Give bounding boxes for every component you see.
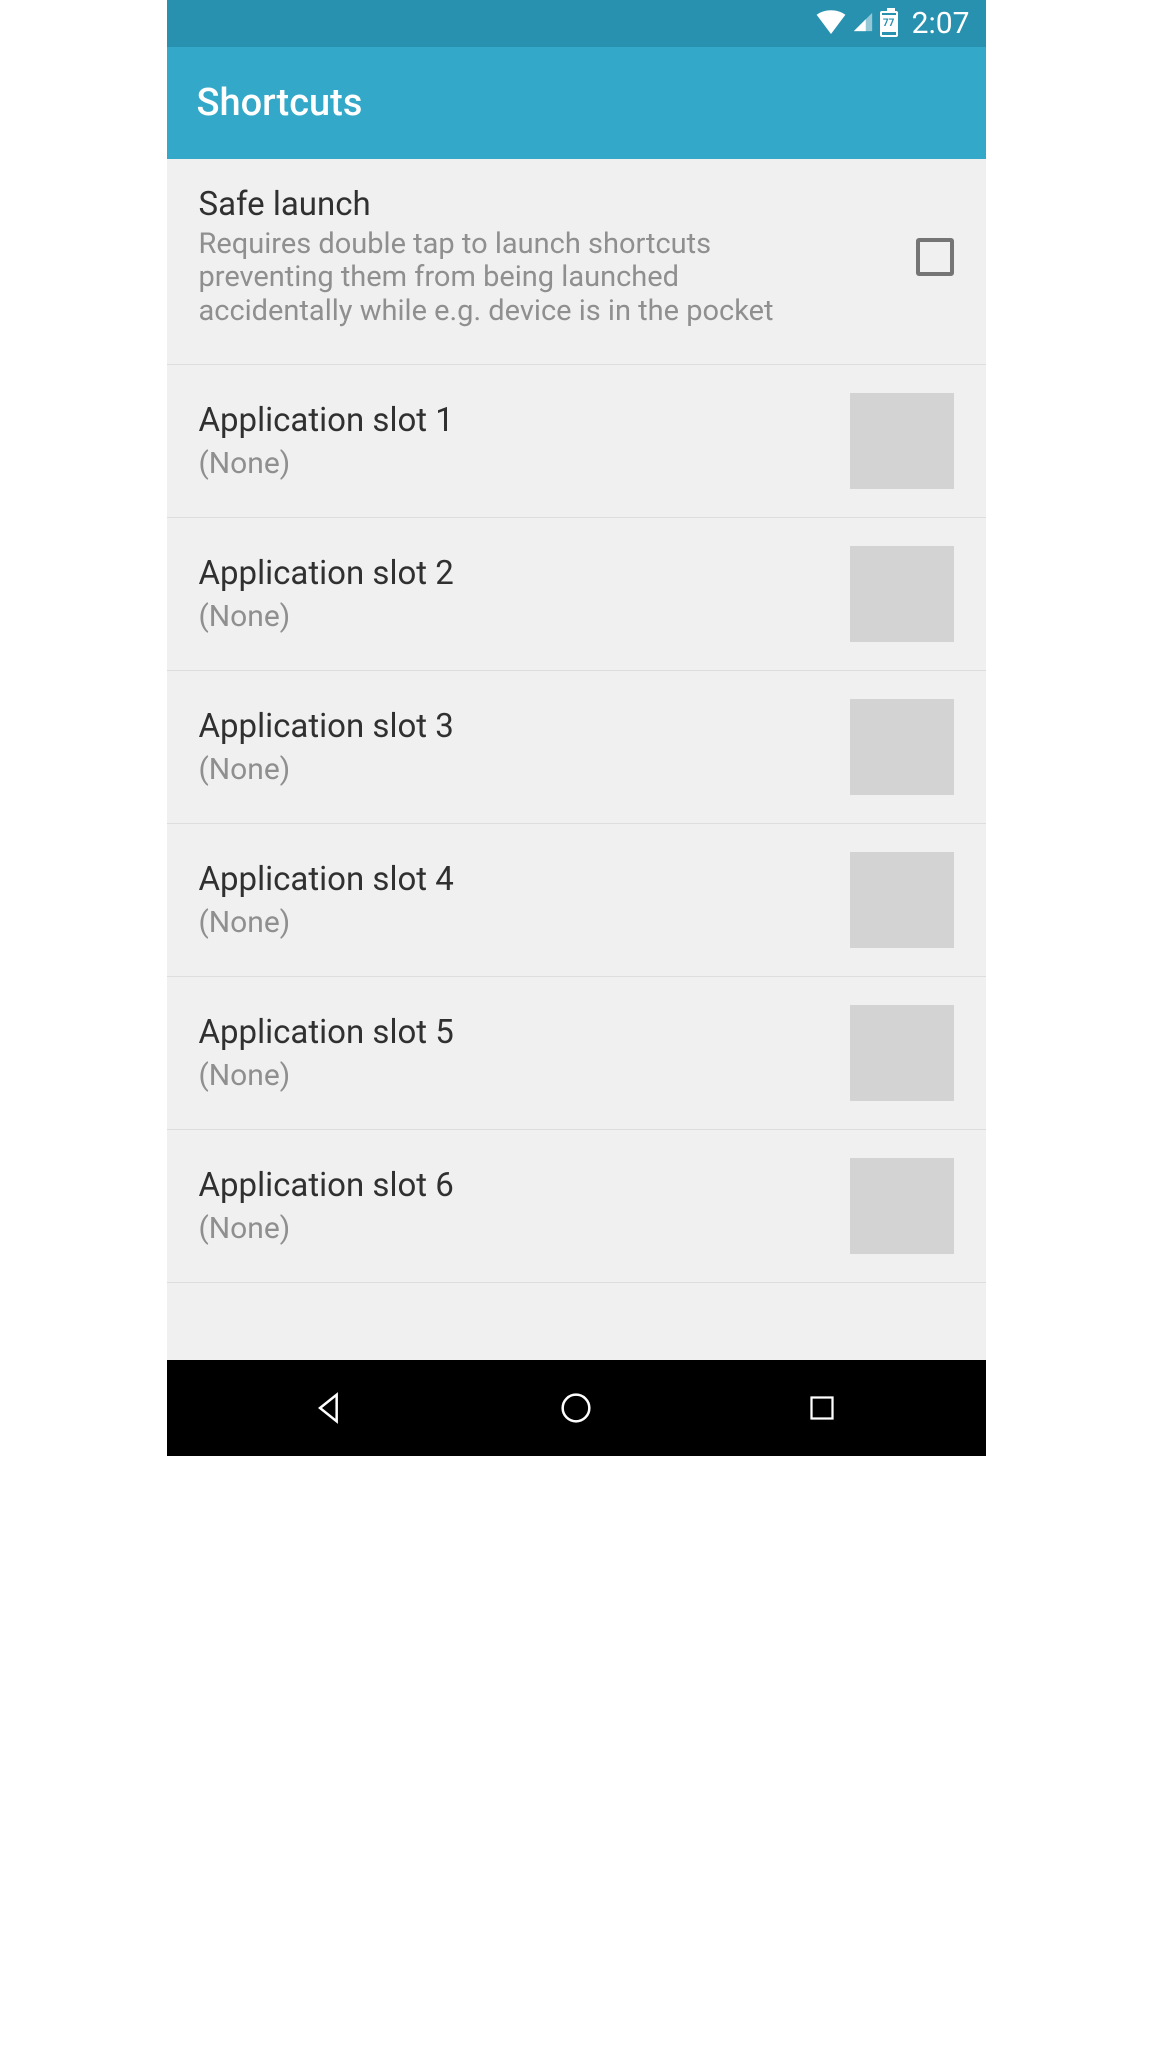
whitespace — [167, 1456, 986, 2048]
slot-title: Application slot 2 — [199, 554, 830, 593]
slot-text: Application slot 2 (None) — [199, 554, 830, 634]
status-bar: 77 2:07 — [167, 0, 986, 47]
safe-launch-text: Safe launch Requires double tap to launc… — [199, 185, 896, 328]
slot-thumbnail[interactable] — [850, 393, 954, 489]
settings-list[interactable]: Safe launch Requires double tap to launc… — [167, 159, 986, 1360]
slot-value: (None) — [199, 905, 830, 940]
slot-value: (None) — [199, 599, 830, 634]
cellular-signal-icon — [852, 11, 874, 37]
slot-text: Application slot 6 (None) — [199, 1166, 830, 1246]
page-title: Shortcuts — [197, 81, 363, 125]
app-slot-4-row[interactable]: Application slot 4 (None) — [167, 824, 986, 977]
app-slot-6-row[interactable]: Application slot 6 (None) — [167, 1130, 986, 1283]
status-icons: 77 — [816, 10, 898, 38]
safe-launch-title: Safe launch — [199, 185, 896, 224]
slot-value: (None) — [199, 446, 830, 481]
slot-thumbnail[interactable] — [850, 1005, 954, 1101]
slot-title: Application slot 3 — [199, 707, 830, 746]
slot-text: Application slot 4 (None) — [199, 860, 830, 940]
slot-text: Application slot 3 (None) — [199, 707, 830, 787]
navigation-bar — [167, 1360, 986, 1456]
slot-value: (None) — [199, 1058, 830, 1093]
back-button[interactable] — [305, 1383, 355, 1433]
app-bar: Shortcuts — [167, 47, 986, 159]
home-button[interactable] — [551, 1383, 601, 1433]
slot-value: (None) — [199, 1211, 830, 1246]
slot-value: (None) — [199, 752, 830, 787]
battery-level: 77 — [882, 15, 896, 33]
slot-thumbnail[interactable] — [850, 699, 954, 795]
slot-text: Application slot 1 (None) — [199, 401, 830, 481]
app-slot-5-row[interactable]: Application slot 5 (None) — [167, 977, 986, 1130]
wifi-icon — [816, 10, 846, 38]
slot-title: Application slot 6 — [199, 1166, 830, 1205]
safe-launch-checkbox[interactable] — [916, 238, 954, 276]
slot-thumbnail[interactable] — [850, 852, 954, 948]
slot-title: Application slot 4 — [199, 860, 830, 899]
app-slot-1-row[interactable]: Application slot 1 (None) — [167, 365, 986, 518]
status-time: 2:07 — [912, 6, 970, 41]
recents-button[interactable] — [797, 1383, 847, 1433]
slot-thumbnail[interactable] — [850, 1158, 954, 1254]
safe-launch-row[interactable]: Safe launch Requires double tap to launc… — [167, 159, 986, 365]
safe-launch-description: Requires double tap to launch shortcuts … — [199, 228, 839, 328]
slot-text: Application slot 5 (None) — [199, 1013, 830, 1093]
slot-title: Application slot 1 — [199, 401, 830, 440]
app-slot-2-row[interactable]: Application slot 2 (None) — [167, 518, 986, 671]
battery-icon: 77 — [880, 11, 898, 37]
app-slot-3-row[interactable]: Application slot 3 (None) — [167, 671, 986, 824]
phone-frame: 77 2:07 Shortcuts Safe launch Requires d… — [167, 0, 986, 1456]
slot-title: Application slot 5 — [199, 1013, 830, 1052]
slot-thumbnail[interactable] — [850, 546, 954, 642]
